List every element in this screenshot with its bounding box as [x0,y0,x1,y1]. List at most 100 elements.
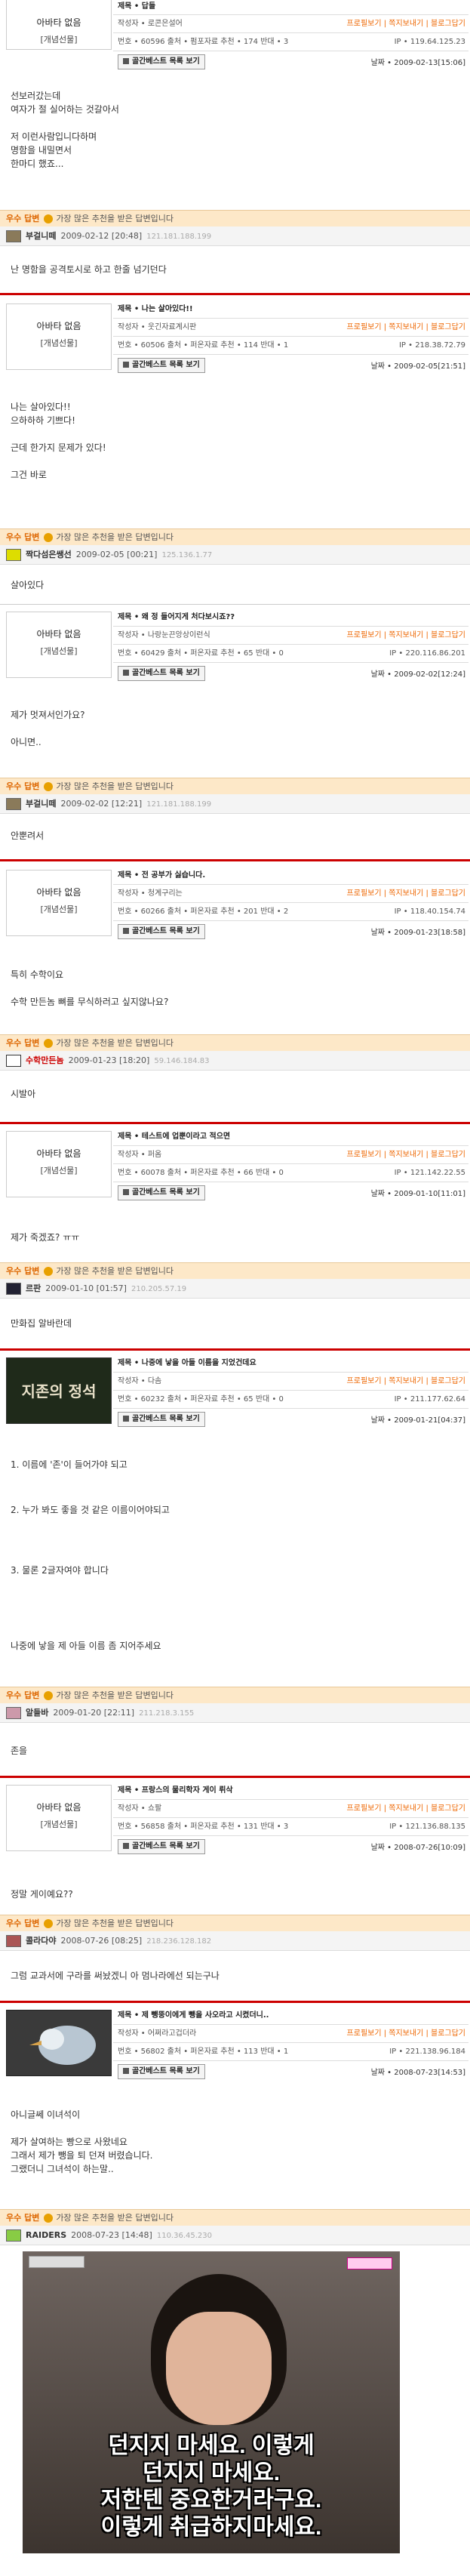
separator [0,1348,470,1351]
post-8: 제목 • 제 뺑뚱이에게 뺑을 사오라고 시켰더니.. 작성자 • 어쩌라고겁더… [0,2004,470,2085]
caption-3: 저한텐 중요한거라구요. [100,2488,322,2513]
post-info: 제목 • 테스트에 업뿐이라고 적으면 작성자 • 퍼옴 프로필보기 | 쪽지보내… [113,1128,468,1202]
avatar: 아바타 없음 [개념선물] [6,870,112,936]
thumb-icon [44,214,54,223]
caption-2: 던지지 마세요. [142,2460,281,2485]
reply-text: 시발아 [11,1089,36,1099]
avatar-level: [개념선물] [40,35,78,45]
best-answer-bar: 우수 답변 가장 많은 추천을 받은 답변입니다 [0,1915,470,1931]
post-body: 제가 죽겠죠? ㅠㅠ [11,1232,80,1243]
avatar: 아바타 없음 [개념선물] [6,612,112,678]
thumb-icon [44,2214,54,2223]
post-author: 작성자 • 로콘은설어 [118,20,183,28]
author-links[interactable]: 프로필보기 | 쪽지보내기 | 블로그답기 [347,1800,465,1817]
post-body: 특히 수학이요 수학 만든놈 뼈를 무식하러고 싶지않나요? [11,969,169,1007]
reply-image: 던지지 마세요. 이렇게 던지지 마세요. 저한텐 중요한거라구요. 이렇게 취… [23,2251,400,2553]
author-links[interactable]: 프로필보기 | 쪽지보내기 | 블로그답기 [347,1146,465,1163]
reply: 짝다섬은쌩선 2009-02-05 [00:21] 125.136.1.77 [0,545,470,565]
person-face [166,2312,272,2425]
avatar [6,2229,21,2242]
post-info: 제목 • 나중에 낳을 아들 이름을 지었건데요 작성자 • 다솜 프로필보기 |… [113,1354,468,1428]
avatar [6,1283,21,1295]
post-body: 나는 살아있다!! 으하하하 기쁘다! 근데 한가지 문제가 있다! 그건 바로 [11,402,106,480]
reply-text: 살아있다 [11,580,45,590]
post-body: 선보러갔는데 여자가 절 실어하는 것갈아서 저 이런사람입니다하며 명함을 내밀면서… [11,91,119,169]
meta-row: 번호 • 60596 출처 • 펌포자료 추천 • 174 반대 • 3 IP •… [113,33,468,51]
avatar-text: 지존의 정석 [21,1382,97,1400]
reply-text: 안뿐려서 [11,830,45,841]
post-5: 아바타 없음 [개념선물] 제목 • 테스트에 업뿐이라고 적으면 작성자 • 퍼… [0,1125,470,1206]
reply: 콜라다야 2008-07-26 [08:25] 218.236.128.182 [0,1931,470,1951]
author-links[interactable]: 프로필보기 | 쪽지보내기 | 블로그답기 [347,15,465,32]
author-row: 작성자 • 로콘은설어 프로필보기 | 쪽지보내기 | 블로그답기 [113,15,468,33]
best-answer-bar: 우수 답변 가장 많은 추천을 받은 답변입니다 [0,1034,470,1051]
best-list-button[interactable]: 골간베스트 목록 보기 [118,924,205,939]
reply: 부걸니떼 2009-02-12 [20:48] 121.181.188.199 [0,226,470,246]
avatar [6,1935,21,1947]
sticker-badge [347,2257,392,2269]
best-list-button[interactable]: 골간베스트 목록 보기 [118,1412,205,1427]
reply: 알들바 2009-01-20 [22:11] 211.218.3.155 [0,1703,470,1723]
thumb-icon [44,782,54,791]
post-1: 아바타 없음 [개념선물] 제목 • 답들 작성자 • 로콘은설어 프로필보기 |… [0,0,470,82]
post-body: 아니글쎄 이녀석이 제가 살여하는 빵으로 사왔네요 그래서 제가 뺑을 퇴 던져 … [11,2109,153,2174]
post-date: 날짜 • 2009-02-13[15:06] [370,59,465,67]
separator [0,604,470,605]
reply: RAIDERS 2008-07-23 [14:48] 110.36.45.230 [0,2226,470,2245]
thumb-icon [44,1267,54,1276]
avatar [6,549,21,561]
author-links[interactable]: 프로필보기 | 쪽지보내기 | 블로그답기 [347,2025,465,2042]
post-info: 제목 • 답들 작성자 • 로콘은설어 프로필보기 | 쪽지보내기 | 블로그답기… [113,0,468,71]
best-answer-bar: 우수 답변 가장 많은 추천을 받은 답변입니다 [0,528,470,545]
reply: 부걸니떼 2009-02-02 [12:21] 121.181.188.199 [0,794,470,814]
post-title: 제목 • 답들 [118,2,156,11]
post-body: 1. 이름에 '존'이 들어가야 되고 2. 누가 봐도 좋을 것 같은 이름이어… [11,1459,170,1651]
separator [0,1122,470,1124]
avatar-image: 지존의 정석 [6,1357,112,1424]
avatar: 아바타 없음 [개념선물] [6,1131,112,1197]
post-info: 제목 • 제 뺑뚱이에게 뺑을 사오라고 시켰더니.. 작성자 • 어쩌라고겁더… [113,2007,468,2081]
reply-text: 난 명함을 공격토시로 하고 한줄 넘기던다 [11,264,167,275]
post-info: 제목 • 왜 정 들어지게 처다보시죠?? 작성자 • 나랑눈끈앙상이런식 프로필… [113,609,468,683]
post-7: 아바타 없음 [개념선물] 제목 • 프랑스의 물리학자 게이 뤼삭 작성자 • … [0,1779,470,1860]
separator [0,293,470,295]
best-answer-bar: 우수 답변 가장 많은 추천을 받은 답변입니다 [0,210,470,226]
best-answer-bar: 우수 답변 가장 많은 추천을 받은 답변입니다 [0,2209,470,2226]
post-2: 아바타 없음 [개념선물] 제목 • 나는 살아있다!! 작성자 • 웃긴자료계시… [0,297,470,379]
best-list-button[interactable]: 골간베스트 목록 보기 [118,54,205,69]
best-list-button[interactable]: 골간베스트 목록 보기 [118,2064,205,2079]
caption-4: 이렇게 취급하지마세요. [100,2515,322,2540]
post-info: 제목 • 전 공부가 싫습니다. 작성자 • 청계구리는 프로필보기 | 쪽지보내… [113,867,468,941]
post-meta: 번호 • 60596 출처 • 펌포자료 추천 • 174 반대 • 3 [118,38,289,46]
best-list-button[interactable]: 골간베스트 목록 보기 [118,1185,205,1200]
post-info: 제목 • 프랑스의 물리학자 게이 뤼삭 작성자 • 쇼팔 프로필보기 | 쪽지보… [113,1782,468,1856]
toolbar-icons [29,2256,84,2268]
reply-text: 존을 [11,1746,28,1756]
author-links[interactable]: 프로필보기 | 쪽지보내기 | 블로그답기 [347,319,465,336]
reply-text: 만화집 알바란데 [11,1318,72,1329]
best-list-button[interactable]: 골간베스트 목록 보기 [118,358,205,373]
post-3: 아바타 없음 [개념선물] 제목 • 왜 정 들어지게 처다보시죠?? 작성자 •… [0,605,470,687]
avatar [6,230,21,242]
author-links[interactable]: 프로필보기 | 쪽지보내기 | 블로그답기 [347,885,465,902]
best-list-button[interactable]: 골간베스트 목록 보기 [118,666,205,681]
reply: 수학만든놈 2009-01-23 [18:20] 59.146.184.83 [0,1051,470,1071]
author-links[interactable]: 프로필보기 | 쪽지보내기 | 블로그답기 [347,1373,465,1390]
post-4: 아바타 없음 [개념선물] 제목 • 전 공부가 싫습니다. 작성자 • 청계구리… [0,864,470,945]
author-links[interactable]: 프로필보기 | 쪽지보내기 | 블로그답기 [347,627,465,644]
best-answer-bar: 우수 답변 가장 많은 추천을 받은 답변입니다 [0,778,470,794]
best-answer-bar: 우수 답변 가장 많은 추천을 받은 답변입니다 [0,1262,470,1279]
avatar-nick: 아바타 없음 [36,17,81,28]
separator [0,1776,470,1778]
reply: 르판 2009-01-10 [01:57] 210.205.57.19 [0,1279,470,1299]
title-row: 제목 • 답들 [113,0,468,15]
avatar: 아바타 없음 [개념선물] [6,1785,112,1851]
reply-text: 그럼 교과서에 구라를 써놨겠니 아 멈나라에선 되는구나 [11,1971,220,1981]
avatar [6,1055,21,1067]
thumb-icon [44,1919,54,1928]
thumb-icon [44,533,54,542]
best-list-button[interactable]: 골간베스트 목록 보기 [118,1839,205,1854]
caption-1: 던지지 마세요. 이렇게 [108,2433,315,2458]
post-6: 지존의 정석 제목 • 나중에 낳을 아들 이름을 지었건데요 작성자 • 다솜… [0,1351,470,1433]
avatar [6,798,21,810]
